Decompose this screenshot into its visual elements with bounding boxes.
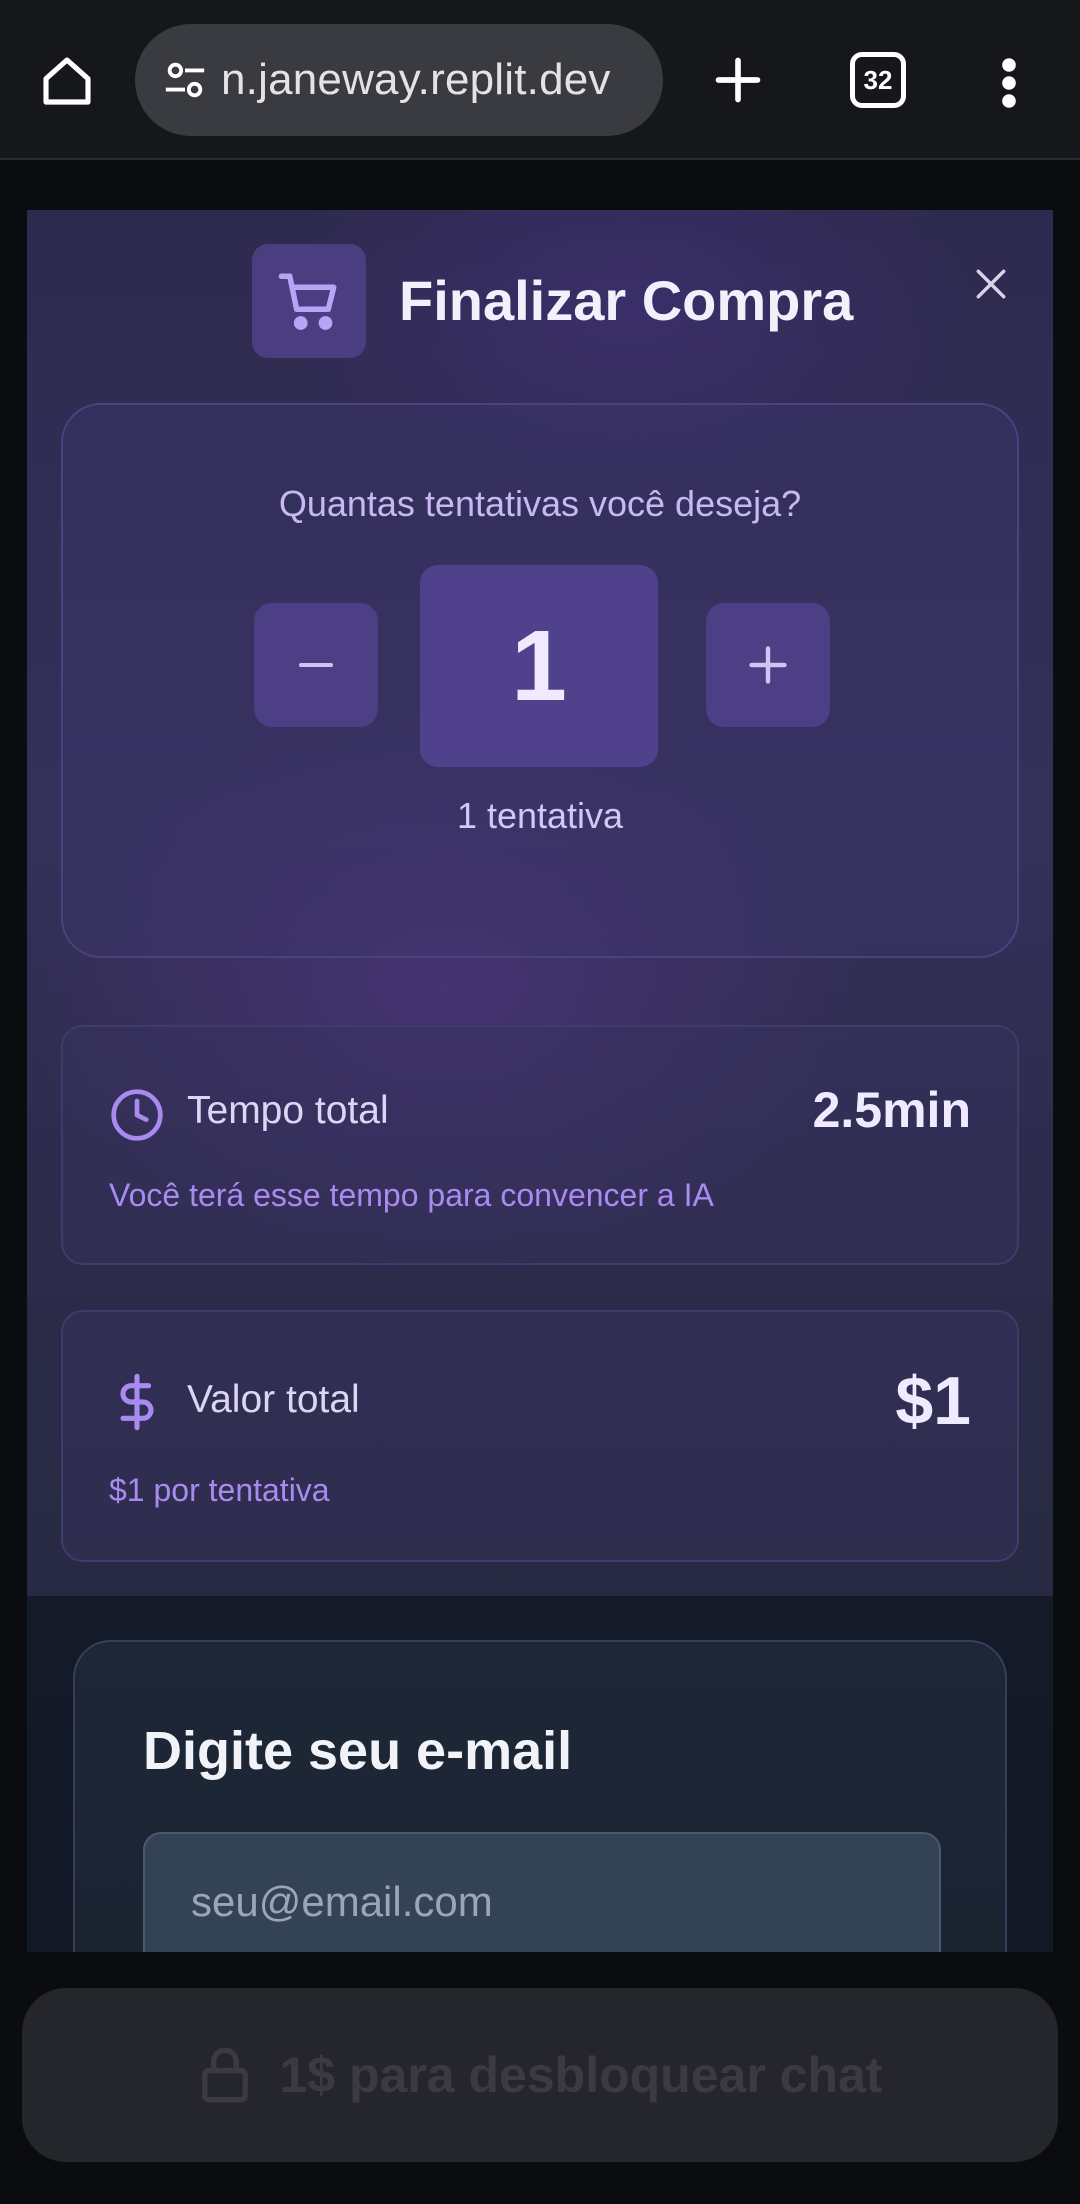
browser-toolbar: n.janeway.replit.dev 32 — [0, 0, 1080, 160]
lock-icon — [197, 2043, 253, 2107]
address-bar[interactable]: n.janeway.replit.dev — [135, 24, 663, 136]
more-vert-icon — [1002, 58, 1016, 108]
modal-title: Finalizar Compra — [399, 269, 854, 332]
price-per-attempt-note: $1 por tentativa — [109, 1472, 330, 1508]
quantity-question: Quantas tentativas você deseja? — [278, 483, 802, 524]
cart-badge — [252, 244, 366, 358]
email-title: Digite seu e-mail — [143, 1721, 573, 1781]
total-time-note: Você terá esse tempo para convencer a IA — [109, 1177, 714, 1213]
clock-icon — [107, 1085, 167, 1145]
total-time-label: Tempo total — [187, 1089, 389, 1132]
quantity-value: 1 — [420, 565, 658, 767]
dollar-icon — [107, 1372, 167, 1432]
tune-icon — [165, 62, 205, 98]
total-time-card: Tempo total 2.5min Você terá esse tempo … — [61, 1025, 1019, 1265]
unlock-chat-label: 1$ para desbloquear chat — [279, 2047, 883, 2103]
total-price-card: Valor total $1 $1 por tentativa — [61, 1310, 1019, 1562]
home-icon — [43, 57, 91, 105]
email-input[interactable] — [143, 1832, 941, 1952]
home-button[interactable] — [34, 48, 100, 114]
increment-button[interactable] — [706, 603, 830, 727]
new-tab-button[interactable] — [704, 46, 772, 114]
close-button[interactable] — [967, 260, 1015, 308]
tab-switcher-button[interactable]: 32 — [850, 52, 906, 108]
total-price-label: Valor total — [187, 1378, 360, 1421]
total-time-value: 2.5min — [812, 1082, 971, 1138]
email-card: Digite seu e-mail — [73, 1640, 1007, 1952]
browser-menu-button[interactable] — [986, 50, 1032, 116]
url-text: n.janeway.replit.dev — [221, 55, 611, 104]
shopping-cart-icon — [278, 273, 337, 330]
tab-count: 32 — [863, 64, 893, 95]
unlock-chat-button[interactable]: 1$ para desbloquear chat — [22, 1988, 1058, 2162]
total-price-value: $1 — [895, 1363, 971, 1439]
close-icon — [976, 269, 1006, 299]
plus-icon — [749, 646, 787, 684]
minus-icon — [299, 663, 333, 667]
checkout-modal: Finalizar Compra Quantas tentativas você… — [27, 210, 1053, 1952]
quantity-card: Quantas tentativas você deseja? 1 1 tent… — [61, 403, 1019, 958]
site-settings-button[interactable] — [157, 52, 213, 108]
quantity-caption: 1 tentativa — [456, 795, 624, 836]
decrement-button[interactable] — [254, 603, 378, 727]
plus-icon — [715, 57, 761, 103]
